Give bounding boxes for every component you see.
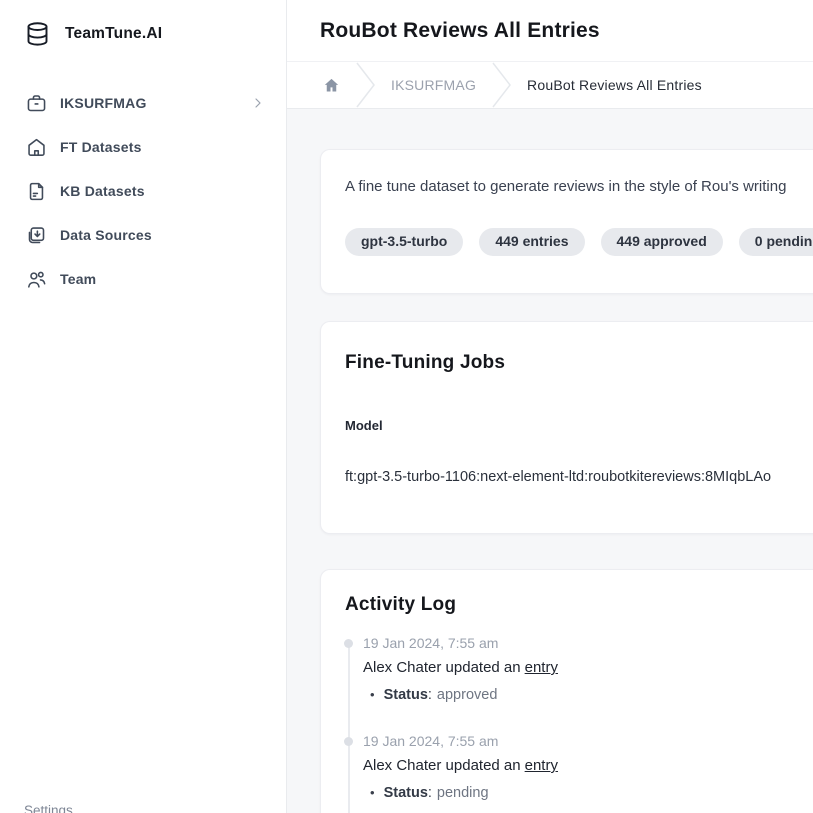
badge-approved: 449 approved: [601, 228, 723, 256]
activity-log-card: Activity Log 19 Jan 2024, 7:55 am Alex C…: [320, 569, 813, 813]
page-header: RouBot Reviews All Entries: [287, 0, 813, 62]
document-icon: [26, 181, 47, 202]
users-icon: [26, 269, 47, 290]
sidebar-item-ft-datasets[interactable]: FT Datasets: [0, 125, 286, 169]
logo[interactable]: TeamTune.AI: [0, 0, 286, 52]
entry-link[interactable]: entry: [525, 659, 558, 676]
main-area: RouBot Reviews All Entries IKSURFMAG Rou…: [287, 0, 813, 813]
sidebar-item-label: Data Sources: [60, 227, 266, 243]
database-logo-icon: [24, 21, 51, 48]
sidebar: TeamTune.AI IKSURFMAG: [0, 0, 287, 813]
card-title: Fine-Tuning Jobs: [345, 352, 813, 374]
activity-actor-text: Alex Chater updated an: [363, 757, 521, 774]
status-label: Status: [384, 785, 432, 801]
status-value: pending: [437, 785, 489, 801]
activity-entry: 19 Jan 2024, 7:55 am Alex Chater updated…: [345, 732, 813, 804]
status-value: approved: [437, 687, 497, 703]
activity-action: Alex Chater updated anentry: [363, 755, 813, 777]
model-label: Model: [345, 418, 813, 433]
briefcase-icon: [26, 93, 47, 114]
breadcrumb-separator-icon: [355, 62, 376, 109]
home-icon[interactable]: [323, 77, 340, 94]
timeline-dot-icon: [344, 737, 353, 746]
dataset-description: A fine tune dataset to generate reviews …: [345, 178, 813, 195]
sidebar-item-kb-datasets[interactable]: KB Datasets: [0, 169, 286, 213]
breadcrumb-item-current: RouBot Reviews All Entries: [527, 77, 702, 93]
badge-model: gpt-3.5-turbo: [345, 228, 463, 256]
page-title: RouBot Reviews All Entries: [320, 19, 600, 43]
sidebar-item-label: IKSURFMAG: [60, 95, 237, 111]
sidebar-item-label: FT Datasets: [60, 139, 266, 155]
chevron-right-icon[interactable]: [250, 95, 266, 111]
sidebar-item-label: KB Datasets: [60, 183, 266, 199]
activity-entry: 19 Jan 2024, 7:55 am Alex Chater updated…: [345, 634, 813, 706]
activity-actor-text: Alex Chater updated an: [363, 659, 521, 676]
entry-link[interactable]: entry: [525, 757, 558, 774]
import-icon: [26, 225, 47, 246]
activity-timestamp: 19 Jan 2024, 7:55 am: [363, 732, 813, 751]
badge-entries: 449 entries: [479, 228, 584, 256]
sidebar-item-settings[interactable]: Settings: [24, 803, 73, 813]
breadcrumb-item-iksurfmag[interactable]: IKSURFMAG: [391, 77, 476, 93]
activity-status: Status approved: [363, 684, 813, 706]
card-title: Activity Log: [345, 594, 813, 616]
breadcrumb-separator-icon: [491, 62, 512, 109]
sidebar-nav: IKSURFMAG FT Datasets: [0, 81, 286, 301]
badge-row: gpt-3.5-turbo 449 entries 449 approved 0…: [345, 228, 813, 256]
sidebar-item-label: Team: [60, 271, 266, 287]
page-content: A fine tune dataset to generate reviews …: [287, 109, 813, 813]
model-value: ft:gpt-3.5-turbo-1106:next-element-ltd:r…: [345, 469, 813, 485]
sidebar-item-iksurfmag[interactable]: IKSURFMAG: [0, 81, 286, 125]
timeline-dot-icon: [344, 639, 353, 648]
activity-status: Status pending: [363, 782, 813, 804]
status-label: Status: [384, 687, 432, 703]
badge-pending: 0 pending: [739, 228, 813, 256]
activity-timeline: 19 Jan 2024, 7:55 am Alex Chater updated…: [345, 634, 813, 804]
sidebar-item-data-sources[interactable]: Data Sources: [0, 213, 286, 257]
app-title: TeamTune.AI: [65, 25, 162, 43]
fine-tuning-jobs-card: Fine-Tuning Jobs Model ft:gpt-3.5-turbo-…: [320, 321, 813, 534]
activity-timestamp: 19 Jan 2024, 7:55 am: [363, 634, 813, 653]
dataset-overview-card: A fine tune dataset to generate reviews …: [320, 149, 813, 294]
app-window: TeamTune.AI IKSURFMAG: [0, 0, 813, 813]
breadcrumb: IKSURFMAG RouBot Reviews All Entries: [287, 62, 813, 109]
home-icon: [26, 137, 47, 158]
sidebar-item-team[interactable]: Team: [0, 257, 286, 301]
activity-action: Alex Chater updated anentry: [363, 657, 813, 679]
